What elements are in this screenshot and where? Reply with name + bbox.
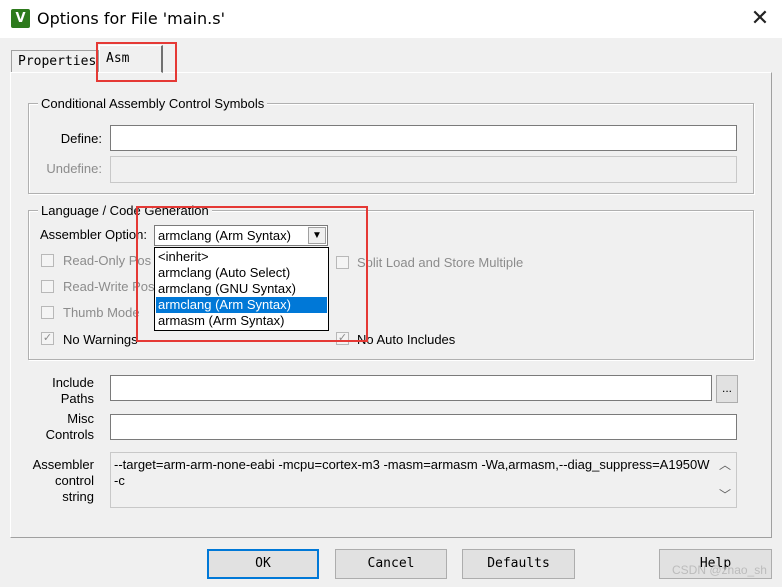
cancel-button[interactable]: Cancel	[335, 549, 447, 579]
dropdown-option-inherit[interactable]: <inherit>	[156, 249, 327, 265]
no-warnings-checkbox[interactable]: ✓	[41, 332, 54, 345]
app-icon: V	[11, 9, 30, 28]
assembler-option-combo[interactable]: armclang (Arm Syntax) ▼	[154, 225, 328, 246]
define-input[interactable]	[110, 125, 737, 151]
include-paths-label: Include Paths	[52, 375, 94, 406]
thumb-mode-label: Thumb Mode	[63, 305, 140, 320]
read-write-pos-checkbox	[41, 280, 54, 293]
assembler-control-string-box: --target=arm-arm-none-eabi -mcpu=cortex-…	[110, 452, 737, 508]
misc-controls-label: Misc Controls	[45, 411, 94, 442]
dropdown-option-armclang-auto[interactable]: armclang (Auto Select)	[156, 265, 327, 281]
language-code-generation-legend: Language / Code Generation	[38, 203, 212, 218]
control-string-line-1: --target=arm-arm-none-eabi -mcpu=cortex-…	[114, 457, 710, 472]
defaults-button[interactable]: Defaults	[462, 549, 575, 579]
split-load-store-label: Split Load and Store Multiple	[357, 255, 524, 270]
window-title: Options for File 'main.s'	[37, 9, 225, 28]
no-warnings-label: No Warnings	[63, 332, 138, 347]
assembler-control-string-label: Assembler control string	[32, 457, 94, 504]
assembler-option-dropdown-list[interactable]: <inherit> armclang (Auto Select) armclan…	[154, 247, 329, 331]
control-string-line-2: -c	[114, 473, 125, 488]
assembler-option-value: armclang (Arm Syntax)	[158, 228, 291, 243]
dropdown-option-armclang-arm[interactable]: armclang (Arm Syntax)	[156, 297, 327, 313]
dropdown-option-armclang-gnu[interactable]: armclang (GNU Syntax)	[156, 281, 327, 297]
tab-properties[interactable]: Properties	[11, 50, 99, 72]
define-label: Define:	[60, 131, 102, 146]
ok-button[interactable]: OK	[207, 549, 319, 579]
watermark: CSDN @zhao_sh	[672, 563, 767, 577]
read-only-pos-label: Read-Only Pos	[63, 253, 152, 268]
scroll-up-icon[interactable]: ︿	[716, 455, 734, 475]
misc-controls-input[interactable]	[110, 414, 737, 440]
undefine-label: Undefine:	[46, 161, 102, 176]
undefine-input	[110, 156, 737, 183]
dropdown-option-armasm-arm[interactable]: armasm (Arm Syntax)	[156, 313, 327, 329]
read-write-pos-label: Read-Write Pos	[63, 279, 155, 294]
close-button[interactable]: ✕	[742, 4, 778, 34]
no-auto-includes-label: No Auto Includes	[357, 332, 456, 347]
no-auto-includes-checkbox[interactable]: ✓	[336, 332, 349, 345]
read-only-pos-checkbox	[41, 254, 54, 267]
conditional-assembly-legend: Conditional Assembly Control Symbols	[38, 96, 268, 111]
assembler-option-label: Assembler Option:	[40, 227, 147, 242]
split-load-store-checkbox	[336, 256, 349, 269]
include-paths-browse-button[interactable]: ...	[716, 375, 738, 403]
scroll-down-icon[interactable]: ﹀	[716, 485, 734, 505]
dropdown-arrow-icon[interactable]: ▼	[308, 227, 326, 244]
thumb-mode-checkbox	[41, 306, 54, 319]
tab-asm[interactable]: Asm	[99, 45, 163, 73]
include-paths-input[interactable]	[110, 375, 712, 401]
